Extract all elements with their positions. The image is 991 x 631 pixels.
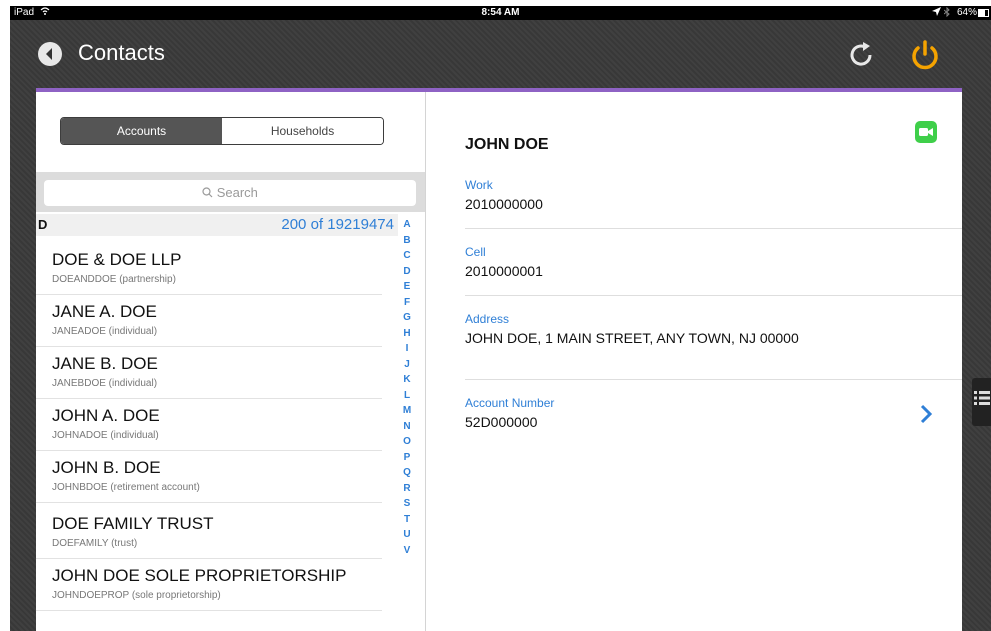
facetime-icon[interactable] [915, 121, 937, 143]
contact-subtitle: JANEADOE (individual) [52, 326, 158, 337]
search-placeholder: Search [216, 185, 258, 200]
list-item[interactable]: JOHN DOE SOLE PROPRIETORSHIP JOHNDOEPROP… [36, 558, 382, 611]
cell-field[interactable]: Cell 2010000001 [465, 245, 543, 279]
contact-subtitle: JOHNBDOE (retirement account) [52, 482, 200, 493]
list-item[interactable]: JOHN B. DOE JOHNBDOE (retirement account… [36, 450, 382, 503]
contact-name: JANE A. DOE [52, 302, 157, 321]
section-header: D 200 of 19219474 [36, 214, 398, 236]
location-icon [932, 7, 941, 20]
index-letter[interactable]: T [400, 512, 414, 528]
index-letter[interactable]: M [400, 403, 414, 419]
index-letter[interactable]: F [400, 295, 414, 311]
index-letter[interactable]: K [400, 372, 414, 388]
address-field[interactable]: Address JOHN DOE, 1 MAIN STREET, ANY TOW… [465, 312, 799, 346]
divider [465, 228, 962, 229]
list-item[interactable]: DOE & DOE LLP DOEANDDOE (partnership) [36, 242, 382, 295]
refresh-icon[interactable] [846, 40, 876, 70]
work-label: Work [465, 178, 493, 192]
contact-list-panel: Accounts Households Search D 200 of 1921… [36, 92, 426, 631]
page-title: Contacts [78, 40, 165, 65]
contact-detail-panel: JOHN DOE Work 2010000000 Cell 2010000001… [426, 92, 962, 631]
contact-subtitle: JANEBDOE (individual) [52, 378, 158, 389]
index-letter[interactable]: A [400, 217, 414, 233]
index-letter[interactable]: U [400, 527, 414, 543]
list-item[interactable]: JANE A. DOE JANEADOE (individual) [36, 294, 382, 347]
index-letter[interactable]: B [400, 233, 414, 249]
index-letter[interactable]: G [400, 310, 414, 326]
address-value: JOHN DOE, 1 MAIN STREET, ANY TOWN, NJ 00… [465, 330, 799, 346]
work-value: 2010000000 [465, 196, 543, 212]
power-icon[interactable] [908, 38, 942, 72]
segmented-control: Accounts Households [60, 117, 384, 145]
app-frame: iPad 8:54 AM 64% Contacts Accounts House… [10, 6, 991, 631]
contact-detail-name: JOHN DOE [465, 136, 549, 153]
index-letter[interactable]: I [400, 341, 414, 357]
battery-icon [978, 9, 989, 17]
chevron-right-icon[interactable] [918, 404, 934, 424]
index-letter[interactable]: R [400, 481, 414, 497]
status-bar: iPad 8:54 AM 64% [10, 6, 991, 20]
section-letter: D [38, 217, 48, 232]
account-number-value: 52D000000 [465, 414, 538, 430]
search-icon [202, 185, 217, 200]
contact-name: JOHN A. DOE [52, 406, 160, 425]
battery-percent: 64% [956, 7, 977, 18]
search-input[interactable]: Search [44, 180, 416, 206]
contact-name: JANE B. DOE [52, 354, 158, 373]
segment-households[interactable]: Households [222, 118, 383, 144]
index-letter[interactable]: V [400, 543, 414, 559]
clock: 8:54 AM [481, 7, 520, 18]
account-number-label: Account Number [465, 396, 555, 410]
index-letter[interactable]: E [400, 279, 414, 295]
contact-subtitle: DOEANDDOE (partnership) [52, 274, 176, 285]
work-field[interactable]: Work 2010000000 [465, 178, 543, 212]
index-letter[interactable]: D [400, 264, 414, 280]
back-arrow-icon[interactable] [38, 42, 62, 66]
cell-label: Cell [465, 245, 486, 259]
index-letter[interactable]: P [400, 450, 414, 466]
contact-name: DOE FAMILY TRUST [52, 514, 214, 533]
divider [465, 379, 962, 380]
cell-value: 2010000001 [465, 263, 543, 279]
contact-name: JOHN B. DOE [52, 458, 161, 477]
index-letter[interactable]: H [400, 326, 414, 342]
side-menu-handle[interactable] [972, 378, 991, 426]
search-bar: Search [36, 172, 425, 212]
alphabet-index: A B C D E F G H I J K L M N O P Q R S T [400, 217, 414, 558]
index-letter[interactable]: C [400, 248, 414, 264]
index-letter[interactable]: L [400, 388, 414, 404]
divider [465, 295, 962, 296]
index-letter[interactable]: Q [400, 465, 414, 481]
contact-subtitle: JOHNADOE (individual) [52, 430, 159, 441]
index-letter[interactable]: S [400, 496, 414, 512]
index-letter[interactable]: O [400, 434, 414, 450]
contact-name: DOE & DOE LLP [52, 250, 182, 269]
contact-subtitle: JOHNDOEPROP (sole proprietorship) [52, 590, 221, 601]
list-item[interactable]: JANE B. DOE JANEBDOE (individual) [36, 346, 382, 399]
segment-accounts[interactable]: Accounts [61, 118, 222, 144]
list-item[interactable]: JOHN A. DOE JOHNADOE (individual) [36, 398, 382, 451]
contact-subtitle: DOEFAMILY (trust) [52, 538, 138, 549]
list-item[interactable]: DOE FAMILY TRUST DOEFAMILY (trust) [36, 506, 382, 559]
contact-name: JOHN DOE SOLE PROPRIETORSHIP [52, 566, 347, 585]
address-label: Address [465, 312, 510, 326]
content-area: Accounts Households Search D 200 of 1921… [36, 92, 962, 631]
index-letter[interactable]: J [400, 357, 414, 373]
result-count: 200 of 19219474 [281, 216, 394, 233]
account-number-field[interactable]: Account Number 52D000000 [465, 396, 554, 430]
bluetooth-icon [943, 6, 950, 20]
index-letter[interactable]: N [400, 419, 414, 435]
